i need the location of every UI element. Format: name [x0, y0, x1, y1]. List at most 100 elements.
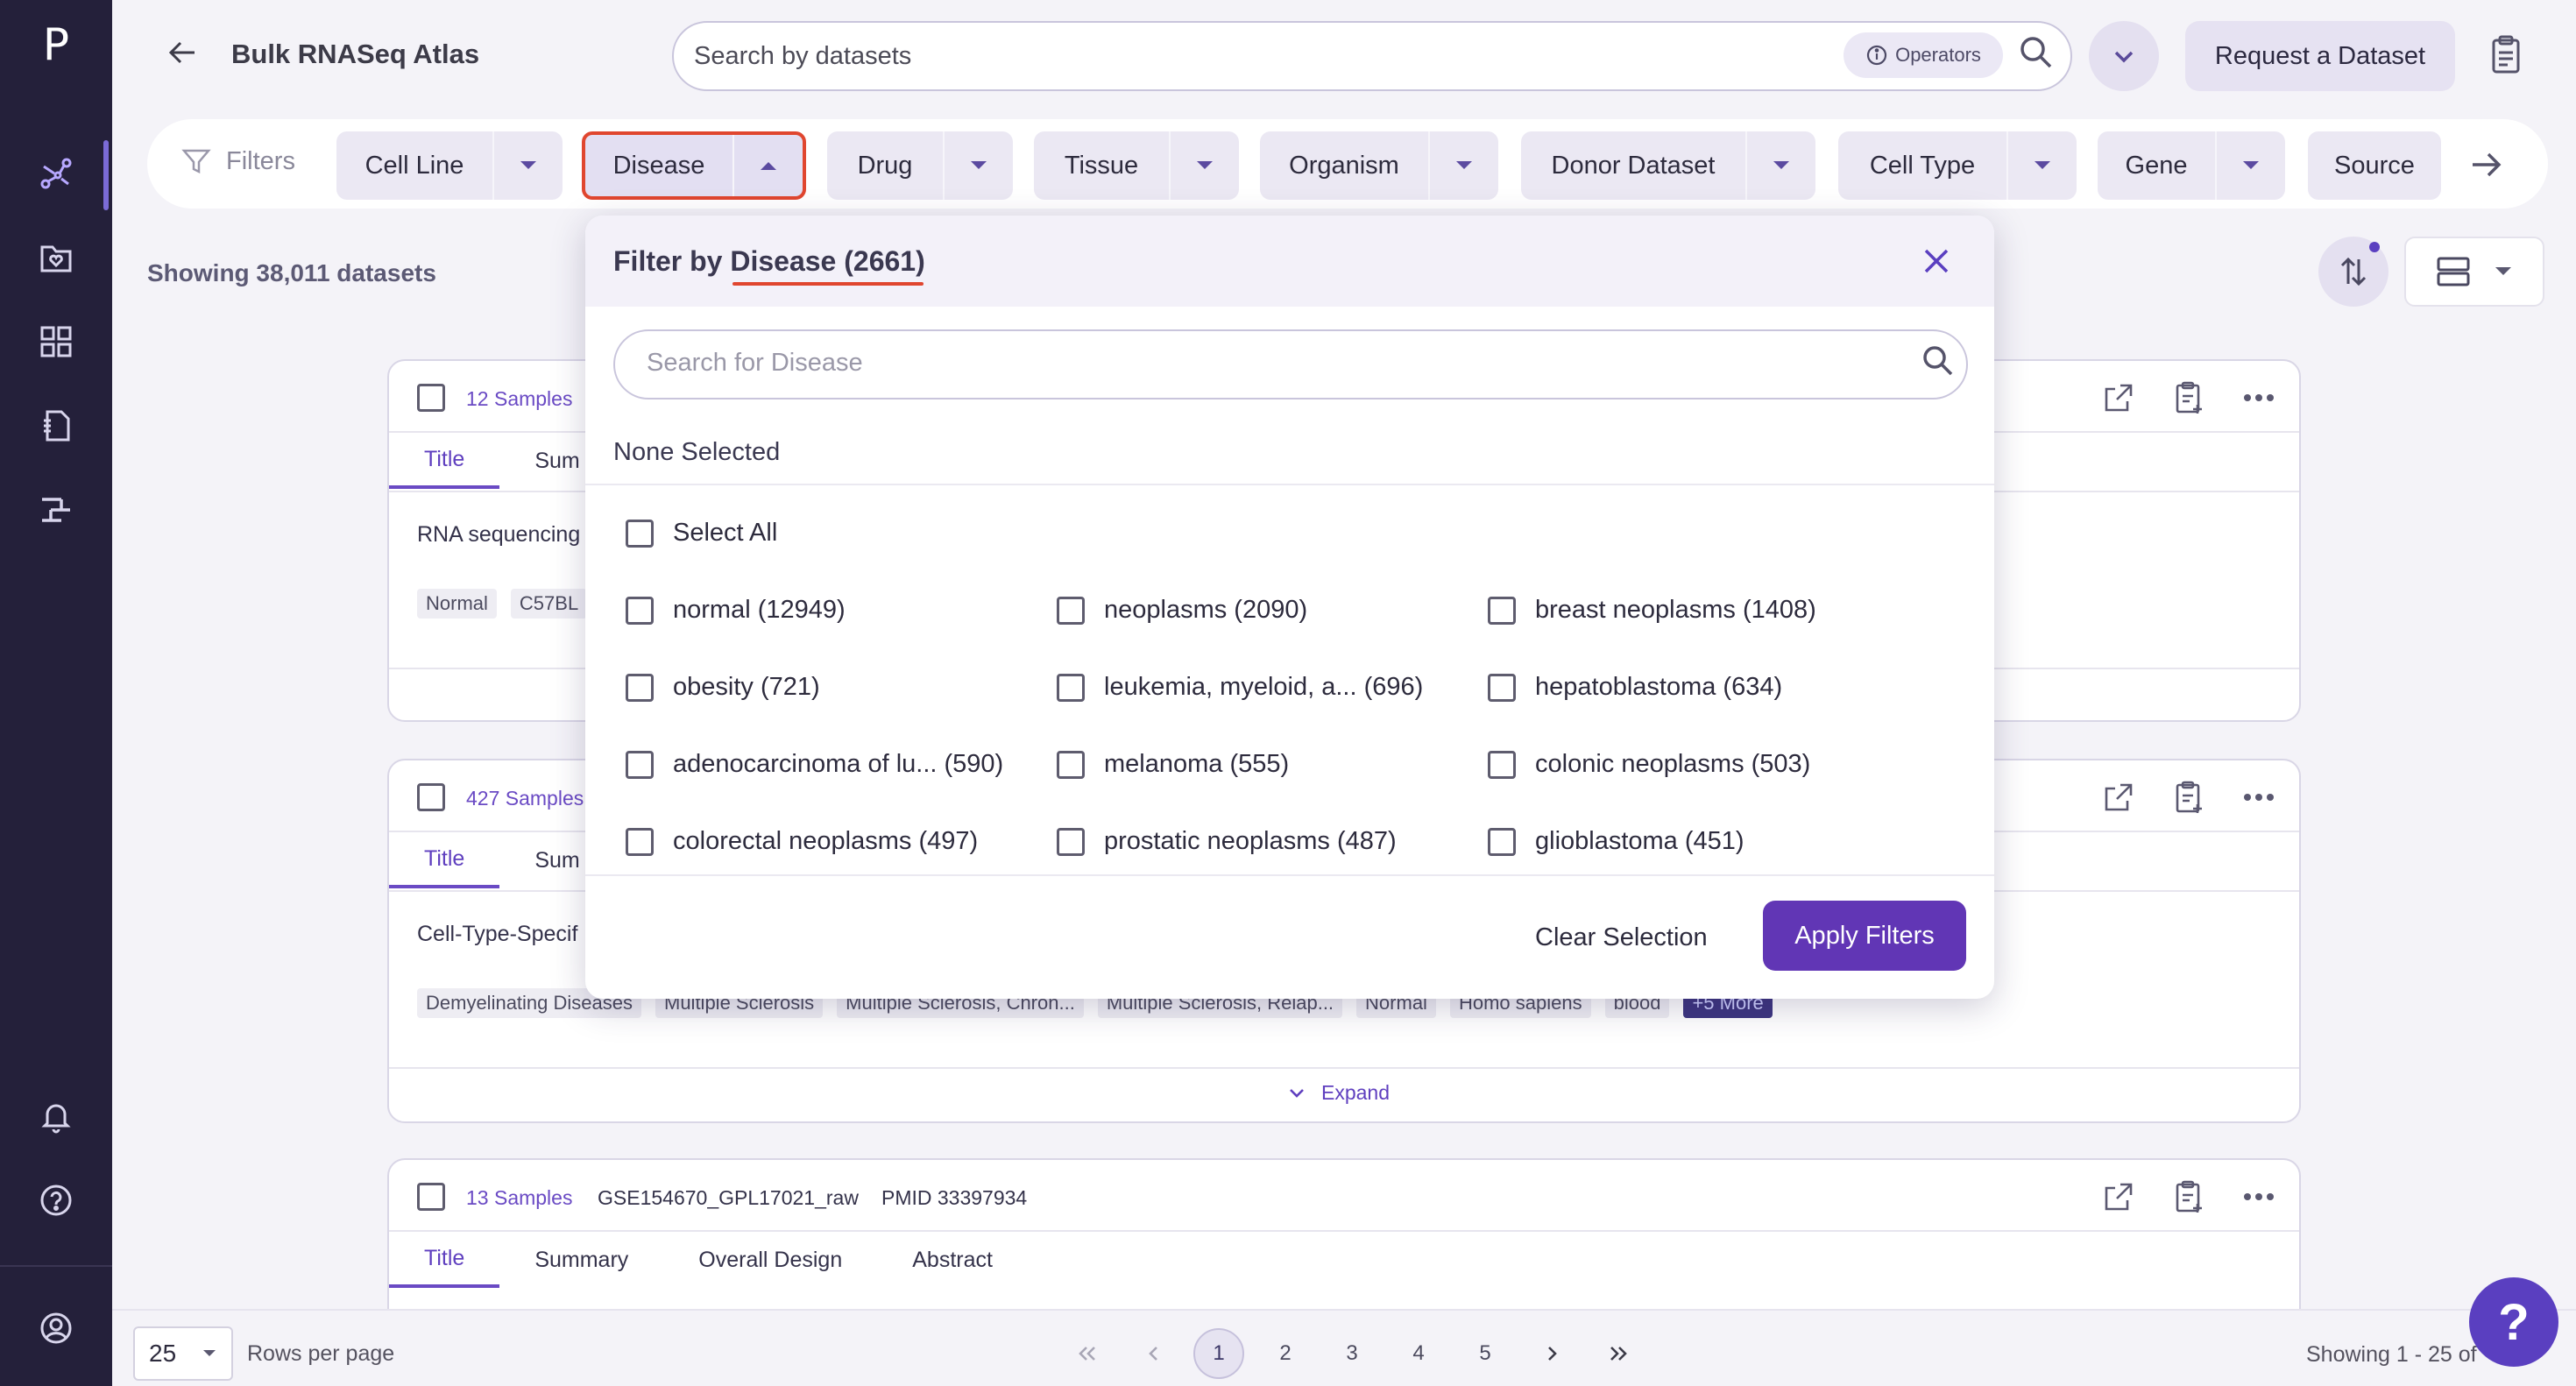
open-external-icon[interactable] [2098, 776, 2140, 818]
samples-link[interactable]: 12 Samples [466, 387, 572, 411]
clipboard-add-icon[interactable] [2168, 776, 2210, 818]
filter-chip-gene[interactable]: Gene [2098, 131, 2285, 200]
caret-down-icon[interactable] [2008, 131, 2077, 200]
page-button[interactable]: 2 [1260, 1328, 1311, 1379]
checkbox[interactable] [1488, 673, 1516, 702]
clipboard-add-icon[interactable] [2168, 377, 2210, 419]
sidebar-item-document-icon[interactable] [28, 398, 84, 454]
last-page-icon[interactable] [1593, 1328, 1644, 1379]
operators-button[interactable]: Operators [1844, 32, 2003, 78]
tab-title[interactable]: Title [389, 832, 500, 888]
tab-abstract[interactable]: Abstract [877, 1232, 1028, 1288]
caret-down-icon[interactable] [945, 131, 1013, 200]
search-icon[interactable] [1921, 343, 1956, 383]
more-options-icon[interactable] [2238, 776, 2280, 818]
disease-option[interactable]: obesity (721) [626, 673, 820, 702]
filter-chip-drug[interactable]: Drug [827, 131, 1013, 200]
card-checkbox[interactable] [417, 783, 445, 811]
select-all-option[interactable]: Select All [626, 519, 777, 548]
notifications-bell-icon[interactable] [28, 1088, 84, 1144]
page-button[interactable]: 4 [1393, 1328, 1444, 1379]
disease-option[interactable]: leukemia, myeloid, a... (696) [1057, 673, 1423, 702]
disease-option[interactable]: colorectal neoplasms (497) [626, 827, 978, 856]
disease-option[interactable]: breast neoplasms (1408) [1488, 596, 1816, 625]
checkbox[interactable] [1057, 827, 1085, 856]
checkbox[interactable] [626, 519, 654, 548]
caret-down-icon[interactable] [1430, 131, 1498, 200]
page-button[interactable]: 5 [1460, 1328, 1511, 1379]
checkbox[interactable] [1057, 673, 1085, 702]
disease-option[interactable]: neoplasms (2090) [1057, 596, 1307, 625]
close-icon[interactable] [1921, 245, 1952, 281]
app-logo[interactable]: P [0, 19, 112, 70]
request-dataset-button[interactable]: Request a Dataset [2185, 21, 2455, 91]
checkbox[interactable] [1057, 750, 1085, 779]
checkbox[interactable] [1488, 596, 1516, 625]
expand-button[interactable]: Expand [1288, 1081, 1390, 1105]
clipboard-icon[interactable] [2487, 33, 2525, 80]
checkbox[interactable] [1057, 596, 1085, 625]
tag: C57BL [510, 589, 588, 619]
tab-title[interactable]: Title [389, 433, 500, 489]
checkbox[interactable] [1488, 827, 1516, 856]
previous-page-icon[interactable] [1129, 1328, 1179, 1379]
tab-overall-design[interactable]: Overall Design [663, 1232, 877, 1288]
back-arrow-icon[interactable] [165, 35, 200, 74]
caret-down-icon[interactable] [494, 131, 563, 200]
card-checkbox[interactable] [417, 384, 445, 412]
caret-up-icon[interactable] [734, 135, 803, 196]
checkbox[interactable] [626, 596, 654, 625]
search-icon[interactable] [2017, 33, 2056, 76]
filters-label: Filters [226, 146, 295, 175]
more-options-icon[interactable] [2238, 377, 2280, 419]
next-page-icon[interactable] [1526, 1328, 1577, 1379]
view-toggle-button[interactable] [2404, 237, 2544, 307]
checkbox[interactable] [626, 750, 654, 779]
card-checkbox[interactable] [417, 1183, 445, 1211]
caret-down-icon[interactable] [1747, 131, 1815, 200]
disease-option[interactable]: normal (12949) [626, 596, 846, 625]
page-button[interactable]: 3 [1327, 1328, 1377, 1379]
clipboard-add-icon[interactable] [2168, 1176, 2210, 1218]
checkbox[interactable] [626, 827, 654, 856]
disease-option[interactable]: melanoma (555) [1057, 750, 1289, 779]
rows-per-page-select[interactable]: 25 [133, 1326, 233, 1381]
scroll-right-arrow-icon[interactable] [2467, 145, 2506, 188]
apply-filters-button[interactable]: Apply Filters [1763, 901, 1966, 971]
caret-down-icon[interactable] [1171, 131, 1239, 200]
search-options-button[interactable] [2089, 21, 2159, 91]
disease-option[interactable]: prostatic neoplasms (487) [1057, 827, 1397, 856]
page-button-current[interactable]: 1 [1193, 1328, 1244, 1379]
filter-chip-cell-type[interactable]: Cell Type [1838, 131, 2077, 200]
help-circle-icon[interactable] [28, 1172, 84, 1228]
filter-chip-tissue[interactable]: Tissue [1034, 131, 1239, 200]
checkbox[interactable] [1488, 750, 1516, 779]
sidebar-item-grid-icon[interactable] [28, 314, 84, 370]
tab-summary[interactable]: Summary [499, 1232, 663, 1288]
checkbox[interactable] [626, 673, 654, 702]
first-page-icon[interactable] [1062, 1328, 1113, 1379]
samples-link[interactable]: 13 Samples [466, 1186, 572, 1210]
sidebar-item-atlas-icon[interactable] [28, 145, 84, 202]
samples-link[interactable]: 427 Samples [466, 787, 584, 810]
more-options-icon[interactable] [2238, 1176, 2280, 1218]
disease-option[interactable]: adenocarcinoma of lu... (590) [626, 750, 1003, 779]
sidebar-item-folder-icon[interactable] [28, 230, 84, 286]
card-tabs: Title Sum [389, 832, 615, 888]
tab-title[interactable]: Title [389, 1232, 500, 1288]
sidebar-item-pipeline-icon[interactable] [28, 482, 84, 538]
clear-selection-button[interactable]: Clear Selection [1535, 923, 1708, 952]
filter-chip-source[interactable]: Source [2308, 131, 2441, 200]
disease-option[interactable]: glioblastoma (451) [1488, 827, 1744, 856]
filter-chip-donor-dataset[interactable]: Donor Dataset [1521, 131, 1815, 200]
filter-chip-organism[interactable]: Organism [1260, 131, 1498, 200]
disease-option[interactable]: colonic neoplasms (503) [1488, 750, 1810, 779]
filter-chip-disease[interactable]: Disease [582, 131, 806, 200]
disease-option[interactable]: hepatoblastoma (634) [1488, 673, 1782, 702]
open-external-icon[interactable] [2098, 377, 2140, 419]
filter-chip-cell-line[interactable]: Cell Line [336, 131, 563, 200]
caret-down-icon[interactable] [2217, 131, 2285, 200]
user-profile-icon[interactable] [28, 1300, 84, 1356]
open-external-icon[interactable] [2098, 1176, 2140, 1218]
help-chat-button[interactable]: ? [2469, 1277, 2558, 1367]
